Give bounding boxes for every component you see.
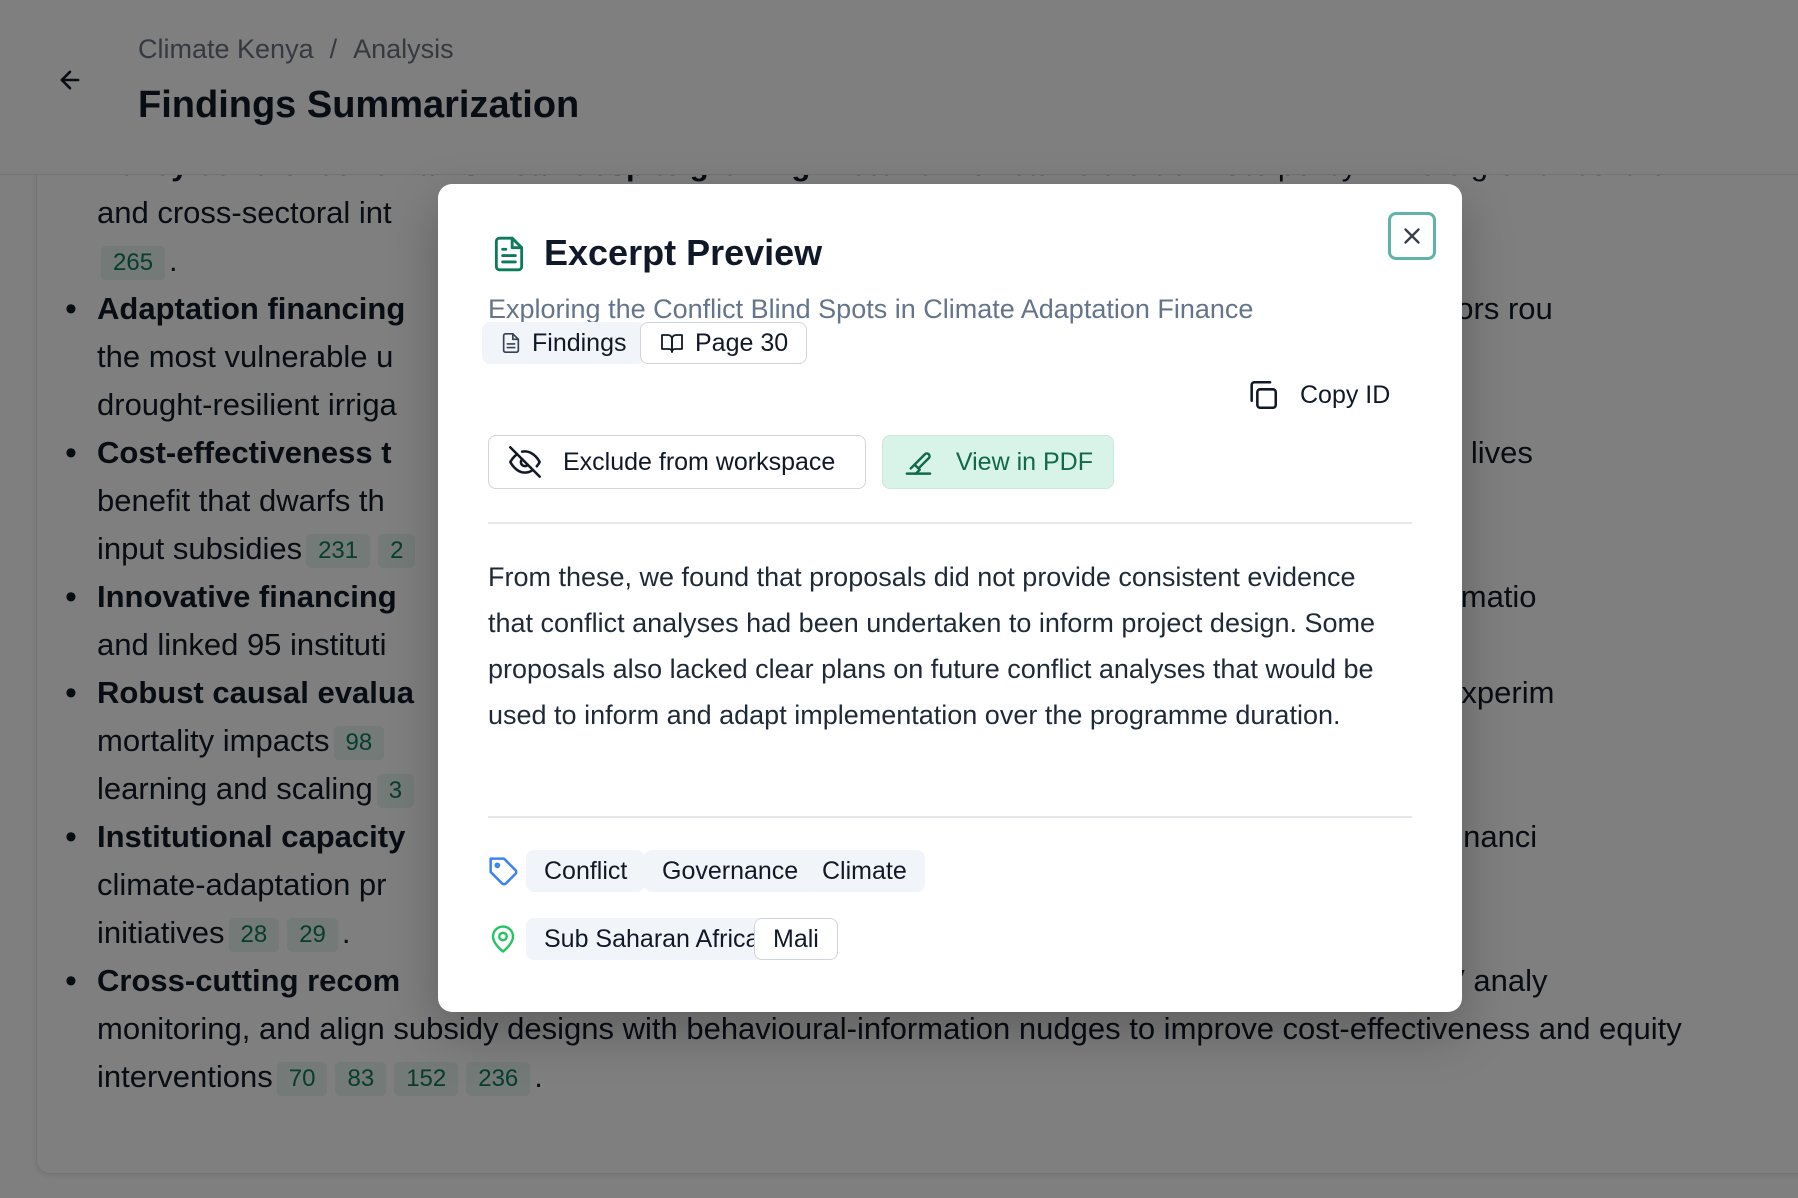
topic-tag[interactable]: Conflict bbox=[526, 850, 646, 892]
excerpt-text: From these, we found that proposals did … bbox=[488, 562, 1376, 730]
close-button[interactable] bbox=[1388, 212, 1436, 260]
exclude-from-workspace-button[interactable]: Exclude from workspace bbox=[488, 435, 866, 489]
topic-tag[interactable]: Climate bbox=[804, 850, 925, 892]
dialog-title: Excerpt Preview bbox=[544, 232, 823, 273]
excerpt-preview-dialog: Excerpt Preview Exploring the Conflict B… bbox=[438, 184, 1462, 1012]
location-tag[interactable]: Mali bbox=[754, 918, 838, 960]
view-pdf-label: View in PDF bbox=[955, 447, 1093, 476]
section-chip: Findings bbox=[482, 322, 645, 364]
topic-tag[interactable]: Governance bbox=[644, 850, 817, 892]
location-tag[interactable]: Sub Saharan Africa bbox=[526, 918, 778, 960]
page-chip: Page 30 bbox=[640, 322, 808, 364]
divider bbox=[488, 816, 1412, 818]
copy-icon bbox=[1250, 380, 1278, 410]
tag-icon bbox=[488, 856, 520, 893]
page-chip-label: Page 30 bbox=[695, 328, 789, 357]
map-pin-icon bbox=[488, 922, 518, 961]
highlighter-icon bbox=[905, 452, 932, 475]
copy-id-label: Copy ID bbox=[1300, 380, 1391, 409]
section-chip-label: Findings bbox=[532, 328, 627, 357]
document-icon bbox=[502, 333, 520, 353]
view-in-pdf-button[interactable]: View in PDF bbox=[882, 435, 1114, 489]
divider bbox=[488, 522, 1412, 524]
dialog-subtitle: Exploring the Conflict Blind Spots in Cl… bbox=[488, 294, 1254, 324]
book-open-icon bbox=[661, 334, 683, 353]
eye-off-icon bbox=[509, 446, 541, 478]
close-icon bbox=[1404, 228, 1420, 244]
copy-id-button[interactable]: Copy ID bbox=[1246, 372, 1390, 418]
document-icon bbox=[490, 234, 528, 279]
exclude-label: Exclude from workspace bbox=[563, 447, 836, 476]
